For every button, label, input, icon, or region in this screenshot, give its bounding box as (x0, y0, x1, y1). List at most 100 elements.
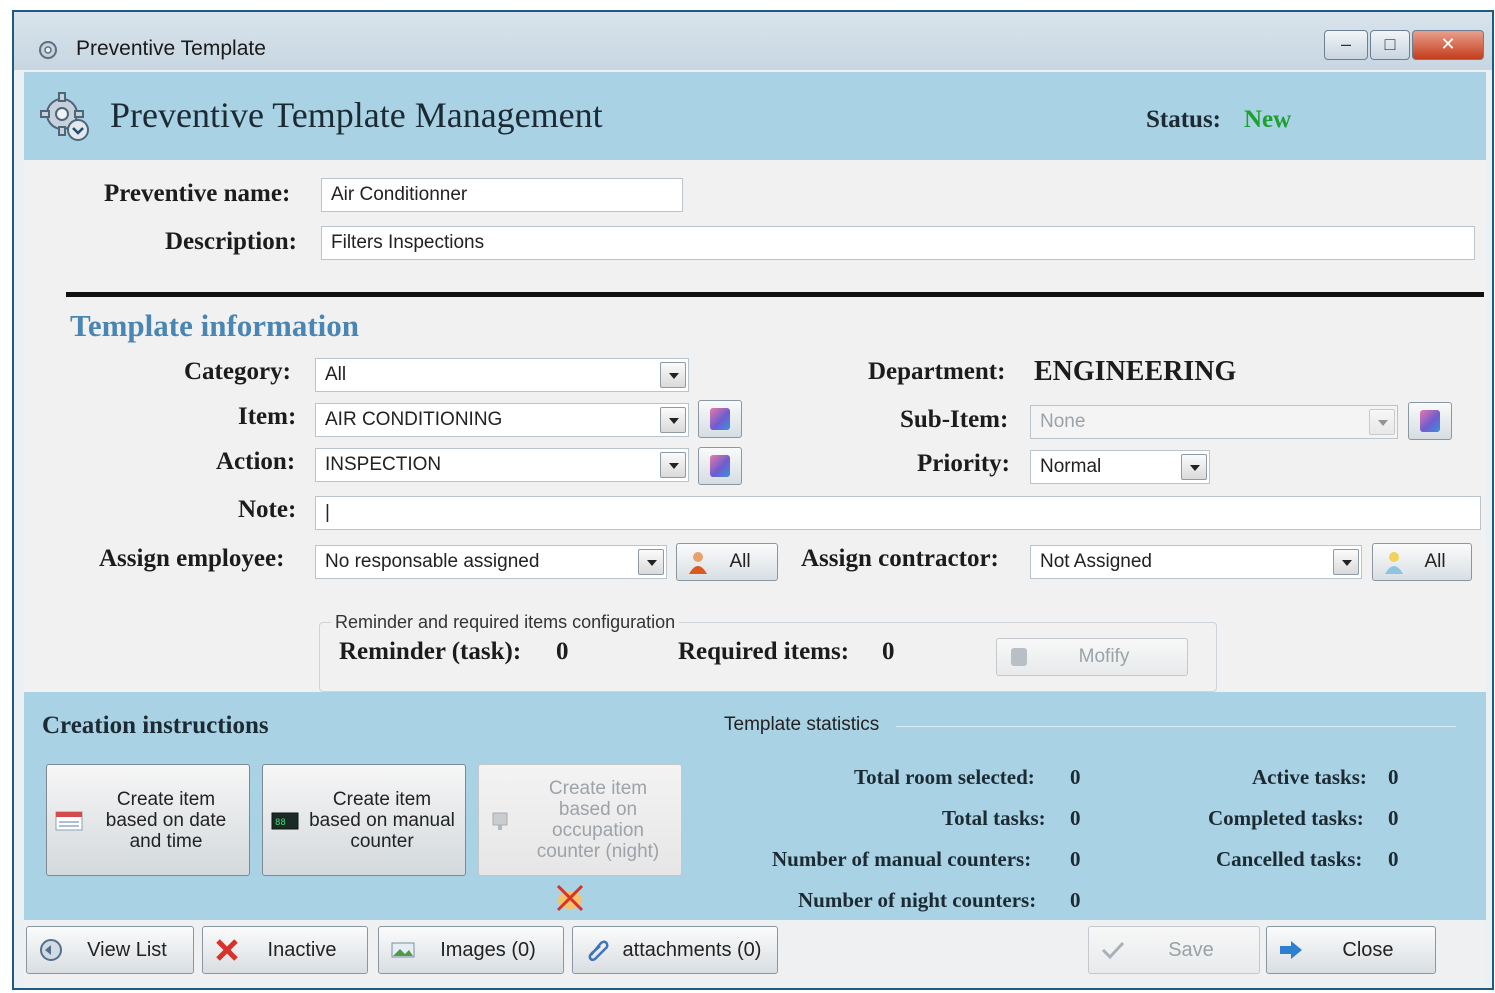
status-badge: New (1244, 106, 1292, 133)
creation-section: Creation instructions Create item based … (24, 692, 1486, 920)
completed-tasks-value: 0 (1388, 806, 1399, 830)
required-items-value: 0 (882, 638, 895, 665)
minimize-button[interactable]: – (1324, 30, 1368, 60)
department-label: Department: (868, 358, 1006, 385)
section-divider (66, 292, 1484, 297)
status-label: Status: (1146, 106, 1222, 133)
action-lookup-button[interactable] (698, 447, 742, 485)
title-bar[interactable]: Preventive Template – □ ✕ (14, 12, 1492, 70)
active-tasks-label: Active tasks: (1252, 765, 1367, 789)
priority-label: Priority: (917, 450, 1011, 477)
save-label: Save (1168, 939, 1214, 961)
contractor-icon (1385, 552, 1403, 574)
close-button[interactable]: Close (1266, 926, 1436, 974)
sub-item-value: None (1040, 411, 1086, 432)
category-select[interactable]: All (315, 358, 689, 392)
database-icon (710, 408, 730, 430)
reminder-config-caption: Reminder and required items configuratio… (331, 612, 680, 633)
chevron-down-icon[interactable] (660, 452, 686, 478)
assign-employee-select[interactable]: No responsable assigned (315, 545, 667, 579)
create-item-occupation-counter-button[interactable]: Create item based on occupation counter … (478, 764, 682, 876)
reminder-task-value: 0 (556, 638, 569, 665)
footer-toolbar: View List Inactive Images (0) attachment… (24, 920, 1486, 988)
create-item-occupation-counter-label: Create item based on occupation counter … (536, 778, 660, 862)
night-counters-label: Number of night counters: (798, 888, 1037, 912)
night-counters-value: 0 (1070, 888, 1081, 912)
assign-contractor-all-button[interactable]: All (1372, 543, 1472, 581)
department-value: ENGINEERING (1034, 356, 1237, 387)
save-button[interactable]: Save (1088, 926, 1260, 974)
database-icon (710, 455, 730, 477)
creation-instructions-title: Creation instructions (42, 712, 269, 739)
chevron-down-icon[interactable] (660, 407, 686, 433)
form-area: Preventive name: Air Conditionner Descri… (24, 160, 1486, 692)
inactive-label: Inactive (267, 939, 337, 961)
preventive-name-label: Preventive name: (104, 180, 291, 207)
action-label: Action: (216, 448, 296, 475)
manual-counters-value: 0 (1070, 847, 1081, 871)
create-item-manual-counter-label: Create item based on manual counter (309, 788, 455, 852)
images-button[interactable]: Images (0) (378, 926, 564, 974)
description-input[interactable]: Filters Inspections (321, 226, 1475, 260)
assign-employee-value: No responsable assigned (325, 551, 540, 572)
statistics-separator (896, 726, 1456, 727)
priority-select[interactable]: Normal (1030, 450, 1210, 484)
required-items-label: Required items: (678, 638, 850, 665)
sub-item-select[interactable]: None (1030, 405, 1398, 439)
sub-item-label: Sub-Item: (900, 406, 1009, 433)
close-label: Close (1342, 939, 1394, 961)
active-tasks-value: 0 (1388, 765, 1399, 789)
inactive-button[interactable]: Inactive (202, 926, 368, 974)
svg-text:88: 88 (275, 818, 286, 828)
images-label: Images (0) (440, 939, 536, 961)
attachments-label: attachments (0) (622, 939, 762, 961)
modify-icon (1011, 648, 1027, 666)
modify-label: Mofify (1078, 646, 1130, 667)
view-list-label: View List (87, 939, 167, 961)
close-window-button[interactable]: ✕ (1412, 30, 1484, 60)
preventive-name-input[interactable]: Air Conditionner (321, 178, 683, 212)
note-input[interactable]: | (315, 496, 1481, 530)
maximize-button[interactable]: □ (1370, 30, 1410, 60)
chevron-down-icon[interactable] (660, 362, 686, 388)
assign-employee-all-button[interactable]: All (676, 543, 778, 581)
item-label: Item: (238, 403, 297, 430)
assign-employee-all-label: All (729, 551, 751, 572)
total-tasks-label: Total tasks: (942, 806, 1046, 830)
manual-counters-label: Number of manual counters: (772, 847, 1032, 871)
disabled-cross-icon (556, 884, 584, 912)
chevron-down-icon[interactable] (1369, 409, 1395, 435)
attachments-button[interactable]: attachments (0) (572, 926, 778, 974)
gear-icon (39, 41, 57, 59)
chevron-down-icon[interactable] (1181, 454, 1207, 480)
category-label: Category: (184, 358, 291, 385)
modify-button[interactable]: Mofify (996, 638, 1188, 676)
assign-employee-label: Assign employee: (99, 545, 285, 572)
item-select[interactable]: AIR CONDITIONING (315, 403, 689, 437)
total-room-selected-value: 0 (1070, 765, 1081, 789)
cancelled-tasks-value: 0 (1388, 847, 1399, 871)
database-icon (1420, 410, 1440, 432)
sub-item-lookup-button[interactable] (1408, 402, 1452, 440)
assign-contractor-label: Assign contractor: (801, 545, 999, 572)
chevron-down-icon[interactable] (1333, 549, 1359, 575)
occupation-icon (492, 812, 508, 830)
assign-contractor-select[interactable]: Not Assigned (1030, 545, 1362, 579)
note-label: Note: (238, 496, 297, 523)
total-room-selected-label: Total room selected: (854, 765, 1035, 789)
item-lookup-button[interactable] (698, 400, 742, 438)
priority-value: Normal (1040, 456, 1102, 477)
completed-tasks-label: Completed tasks: (1208, 806, 1364, 830)
create-item-date-time-button[interactable]: Create item based on date and time (46, 764, 250, 876)
cancelled-tasks-label: Cancelled tasks: (1216, 847, 1363, 871)
view-list-button[interactable]: View List (26, 926, 194, 974)
action-select[interactable]: INSPECTION (315, 448, 689, 482)
chevron-down-icon[interactable] (638, 549, 664, 575)
item-value: AIR CONDITIONING (325, 409, 503, 430)
description-label: Description: (165, 228, 297, 255)
create-item-manual-counter-button[interactable]: 88 Create item based on manual counter (262, 764, 466, 876)
create-item-date-time-label: Create item based on date and time (105, 788, 227, 852)
category-value: All (325, 364, 347, 385)
assign-contractor-all-label: All (1424, 551, 1446, 572)
counter-icon: 88 (271, 812, 299, 830)
